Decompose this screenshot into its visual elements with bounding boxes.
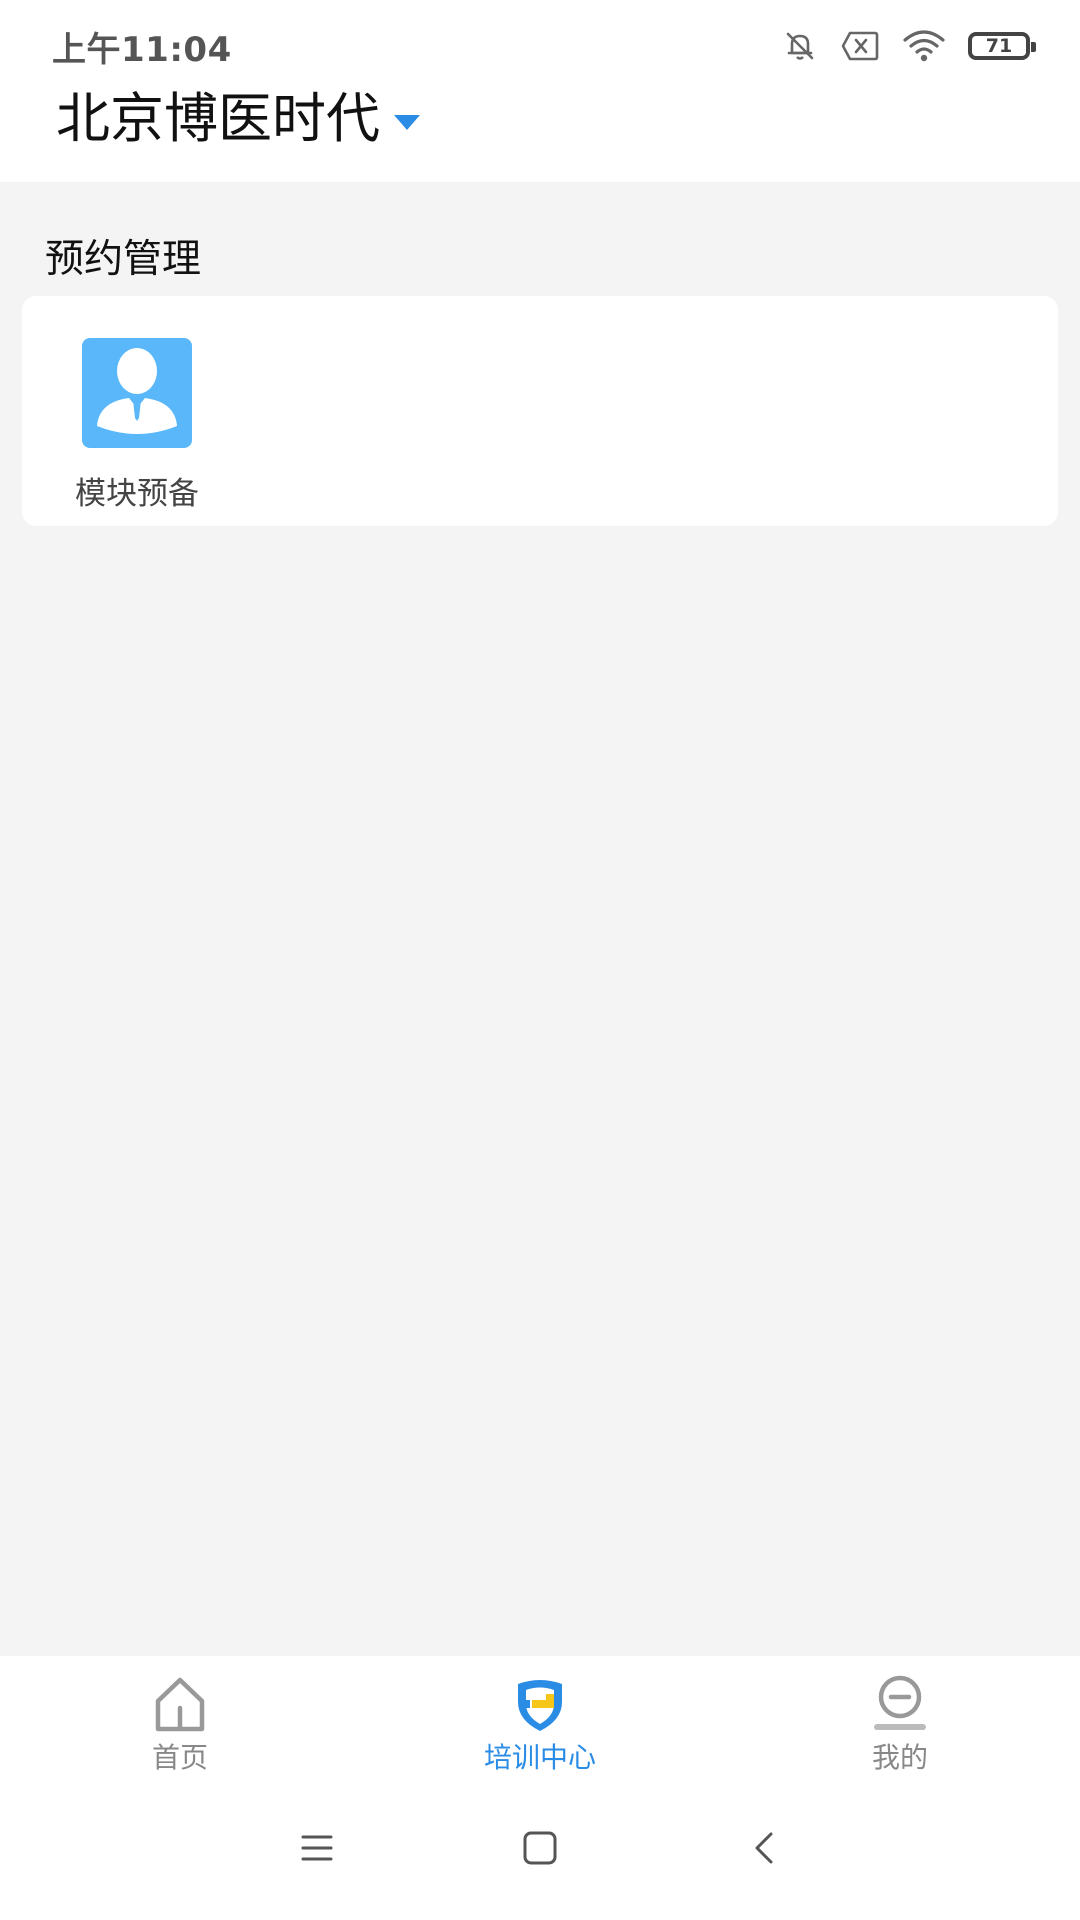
top-bar: 上午11:04 71 北京博医时代	[0, 0, 1080, 182]
training-shield-icon	[510, 1674, 570, 1734]
nav-training-center[interactable]: 培训中心	[440, 1656, 640, 1778]
profile-icon	[870, 1674, 930, 1734]
nav-home[interactable]: 首页	[80, 1656, 280, 1778]
status-icons: 71	[782, 24, 1036, 68]
caret-down-icon	[394, 114, 420, 130]
system-nav-bar	[0, 1778, 1080, 1920]
org-title: 北京博医时代	[56, 87, 380, 150]
bottom-nav: 首页 培训中心 我的	[0, 1656, 1080, 1778]
org-selector[interactable]: 北京博医时代	[56, 84, 420, 154]
nav-label-home: 首页	[151, 1741, 208, 1774]
menu-icon[interactable]	[277, 1808, 357, 1888]
home-icon	[150, 1674, 210, 1734]
module-item[interactable]: 模块预备	[66, 338, 208, 513]
module-card: 模块预备	[22, 296, 1058, 526]
user-avatar-icon	[82, 338, 192, 448]
sim-error-icon	[840, 29, 880, 63]
back-icon[interactable]	[725, 1808, 805, 1888]
home-square-icon[interactable]	[500, 1808, 580, 1888]
nav-label-training-center: 培训中心	[483, 1741, 596, 1774]
battery-level: 71	[985, 34, 1013, 57]
nav-label-profile: 我的	[871, 1741, 928, 1774]
mute-bell-icon	[782, 28, 818, 64]
status-time: 上午11:04	[52, 30, 232, 70]
section-title: 预约管理	[45, 237, 202, 282]
module-label: 模块预备	[75, 476, 199, 512]
battery-icon: 71	[968, 32, 1036, 60]
wifi-icon	[902, 28, 946, 64]
nav-profile[interactable]: 我的	[800, 1656, 1000, 1778]
